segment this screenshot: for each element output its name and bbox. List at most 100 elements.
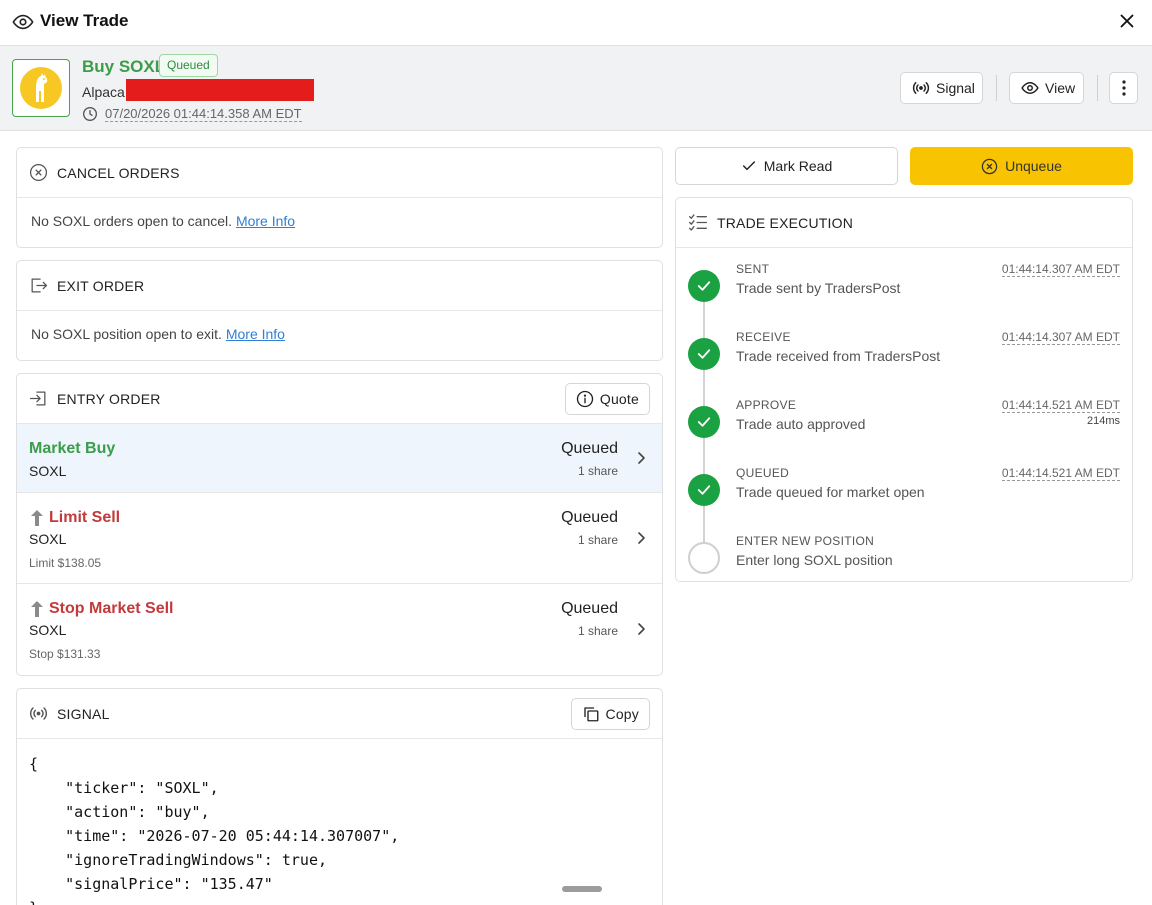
more-vertical-icon	[1121, 80, 1126, 96]
step-time[interactable]: 01:44:14.521 AM EDT	[1001, 398, 1120, 413]
exit-more-info-link[interactable]: More Info	[226, 326, 285, 342]
cancel-orders-card: CANCEL ORDERS No SOXL orders open to can…	[16, 147, 663, 248]
broker-logo	[12, 59, 70, 117]
cancel-orders-text: No SOXL orders open to cancel.	[31, 213, 233, 229]
scrollbar-thumb[interactable]	[562, 886, 602, 892]
step-label: QUEUED	[736, 466, 790, 480]
divider	[1097, 75, 1098, 101]
timeline-step-enter-new-position: ENTER NEW POSITION Enter long SOXL posit…	[688, 534, 1120, 594]
order-name-wrap: Limit Sell	[29, 509, 120, 527]
arrow-up-icon	[29, 509, 45, 527]
cancel-more-info-link[interactable]: More Info	[236, 213, 295, 229]
signal-icon	[912, 79, 930, 97]
cancel-orders-message: No SOXL orders open to cancel. More Info	[17, 198, 662, 244]
order-price: Limit $138.05	[29, 556, 102, 570]
exit-icon	[29, 276, 48, 295]
step-label: RECEIVE	[736, 330, 791, 344]
view-button-label: View	[1045, 80, 1076, 96]
alpaca-logo-icon	[20, 67, 62, 109]
exit-order-header: EXIT ORDER	[17, 261, 662, 311]
trade-execution-card: TRADE EXECUTION SENT Trade sent by Trade…	[675, 197, 1133, 582]
chevron-right-icon	[634, 621, 648, 637]
step-time[interactable]: 01:44:14.521 AM EDT	[1001, 466, 1120, 481]
empty-circle-icon	[688, 542, 720, 574]
info-icon	[576, 390, 594, 408]
entry-order-title: ENTRY ORDER	[57, 390, 161, 407]
order-quantity: 1 share	[577, 464, 618, 478]
order-quantity: 1 share	[577, 624, 618, 638]
timeline-step-approve: APPROVE Trade auto approved 01:44:14.521…	[688, 398, 1120, 458]
step-label: ENTER NEW POSITION	[736, 534, 875, 548]
title-bar: View Trade	[0, 0, 1152, 46]
signal-card: SIGNAL Copy { "ticker": "SOXL", "action"…	[16, 688, 663, 905]
check-circle-icon	[688, 406, 720, 438]
step-label: APPROVE	[736, 398, 797, 412]
divider	[996, 75, 997, 101]
check-circle-icon	[688, 338, 720, 370]
trade-execution-title: TRADE EXECUTION	[717, 214, 854, 231]
signal-button-label: Signal	[936, 80, 975, 96]
copy-button[interactable]: Copy	[570, 697, 650, 730]
exit-order-text: No SOXL position open to exit.	[31, 326, 222, 342]
step-description: Trade received from TradersPost	[736, 348, 941, 364]
exit-order-title: EXIT ORDER	[57, 277, 145, 294]
close-icon[interactable]	[1116, 10, 1138, 32]
order-symbol: SOXL	[29, 531, 67, 547]
signal-header: SIGNAL Copy	[17, 689, 662, 739]
copy-button-label: Copy	[605, 705, 639, 722]
signal-button[interactable]: Signal	[900, 72, 983, 104]
more-options-button[interactable]	[1109, 72, 1138, 104]
signal-title: SIGNAL	[57, 705, 110, 722]
eye-icon	[12, 11, 34, 33]
view-button[interactable]: View	[1009, 72, 1084, 104]
timeline-step-sent: SENT Trade sent by TradersPost 01:44:14.…	[688, 262, 1120, 322]
unqueue-button[interactable]: Unqueue	[910, 147, 1133, 185]
mark-read-label: Mark Read	[763, 158, 833, 174]
checklist-icon	[688, 213, 708, 232]
trade-header: Buy SOXL Queued Alpaca 07/20/2026 01:44:…	[0, 46, 1152, 131]
step-label: SENT	[736, 262, 770, 276]
broker-name: Alpaca	[82, 84, 125, 100]
check-icon	[741, 158, 757, 174]
mark-read-button[interactable]: Mark Read	[675, 147, 898, 185]
quote-button[interactable]: Quote	[564, 382, 650, 415]
order-price: Stop $131.33	[29, 647, 101, 661]
timestamp-text[interactable]: 07/20/2026 01:44:14.358 AM EDT	[105, 106, 302, 122]
trade-title: Buy SOXL	[82, 57, 166, 76]
copy-icon	[582, 705, 600, 723]
order-status: Queued	[561, 509, 618, 526]
order-name-wrap: Stop Market Sell	[29, 600, 173, 618]
cancel-orders-title: CANCEL ORDERS	[57, 164, 180, 181]
entry-order-header: ENTRY ORDER Quote	[17, 374, 662, 424]
order-symbol: SOXL	[29, 622, 67, 638]
order-row-market-buy[interactable]: Market Buy SOXL Queued 1 share	[17, 424, 662, 493]
cancel-orders-header: CANCEL ORDERS	[17, 148, 662, 198]
order-status: Queued	[561, 600, 618, 617]
clock-icon	[82, 106, 98, 122]
redacted-account	[126, 79, 314, 101]
timeline-step-queued: QUEUED Trade queued for market open 01:4…	[688, 466, 1120, 526]
check-circle-icon	[688, 474, 720, 506]
order-row-limit-sell[interactable]: Limit Sell SOXL Limit $138.05 Queued 1 s…	[17, 493, 662, 584]
exit-order-message: No SOXL position open to exit. More Info	[17, 311, 662, 357]
signal-icon	[29, 704, 48, 723]
entry-order-card: ENTRY ORDER Quote Market Buy SOXL Queued…	[16, 373, 663, 676]
trade-execution-header: TRADE EXECUTION	[676, 198, 1132, 248]
chevron-right-icon	[634, 530, 648, 546]
step-time[interactable]: 01:44:14.307 AM EDT	[1001, 330, 1120, 345]
step-description: Trade sent by TradersPost	[736, 280, 901, 296]
order-symbol: SOXL	[29, 463, 67, 479]
eye-icon	[1021, 79, 1039, 97]
unqueue-label: Unqueue	[1005, 158, 1062, 174]
x-circle-icon	[29, 163, 48, 182]
step-description: Trade queued for market open	[736, 484, 925, 500]
order-row-stop-market-sell[interactable]: Stop Market Sell SOXL Stop $131.33 Queue…	[17, 584, 662, 675]
status-badge: Queued	[159, 54, 218, 77]
window-title: View Trade	[40, 11, 129, 30]
order-name: Limit Sell	[49, 509, 121, 526]
signal-json[interactable]: { "ticker": "SOXL", "action": "buy", "ti…	[17, 739, 662, 905]
order-name: Market Buy	[29, 440, 116, 457]
order-name: Stop Market Sell	[49, 600, 174, 617]
trade-timestamp: 07/20/2026 01:44:14.358 AM EDT	[82, 106, 302, 122]
step-time[interactable]: 01:44:14.307 AM EDT	[1001, 262, 1120, 277]
